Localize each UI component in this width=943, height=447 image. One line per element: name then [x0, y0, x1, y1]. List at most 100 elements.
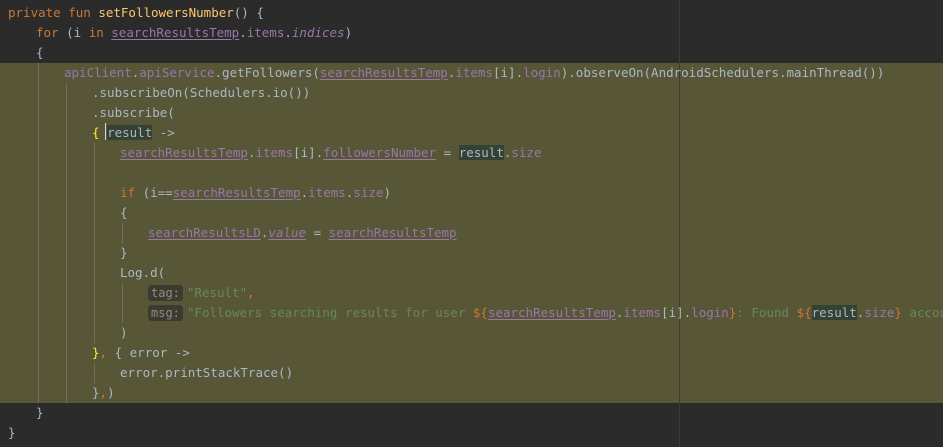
code-token: { [120, 205, 128, 220]
indent-guide [66, 363, 67, 383]
indent-guide [94, 223, 95, 243]
indent-guide [38, 263, 39, 283]
code-token: ${ [472, 305, 488, 320]
code-token: value [268, 225, 307, 240]
code-token: , [99, 385, 108, 400]
indent-guide [94, 203, 95, 223]
code-token: items [246, 25, 285, 40]
indent-guide [38, 203, 39, 223]
code-token: indices [291, 25, 345, 40]
indent-guide [94, 263, 95, 283]
indent-guide [94, 303, 95, 323]
indent-guide [94, 183, 95, 203]
code-token: size [511, 145, 542, 160]
code-token: login [691, 305, 729, 320]
code-token: .subscribeOn(Schedulers.io()) [92, 85, 311, 100]
code-token: } [8, 425, 16, 440]
code-token: setFollowersNumber [98, 5, 234, 20]
code-token: { [92, 125, 100, 140]
indent-guide [38, 223, 39, 243]
code-line: msg: "Followers searching results for use… [148, 303, 943, 323]
indent-guide [66, 383, 67, 403]
code-token: items [308, 185, 346, 200]
indent-guide [66, 123, 67, 143]
code-line: .subscribeOn(Schedulers.io()) [92, 83, 310, 103]
indent-guide [122, 283, 123, 303]
code-editor[interactable]: private fun setFollowersNumber() {for (i… [0, 0, 943, 447]
code-token: accounts" [909, 305, 943, 320]
code-line: .subscribe( [92, 103, 175, 123]
code-token: result [107, 125, 153, 140]
code-token: in [88, 25, 112, 40]
code-token: ${ [796, 305, 812, 320]
code-line: { [36, 43, 44, 63]
code-token: Log.d( [120, 265, 166, 280]
code-token: } [894, 305, 902, 320]
code-token: error.printStackTrace() [120, 365, 294, 380]
code-line: { [120, 203, 128, 223]
indent-guide [122, 223, 123, 243]
code-token: searchResultsTemp [319, 65, 448, 80]
code-line: }, { error -> [92, 343, 190, 363]
code-token: searchResultsTemp [487, 305, 616, 320]
indent-guide [38, 343, 39, 363]
indent-guide [66, 263, 67, 283]
code-token: apiClient [64, 65, 132, 80]
code-token: ) [120, 325, 128, 340]
indent-guide [66, 323, 67, 343]
code-token: result [811, 305, 857, 320]
indent-guide [66, 83, 67, 103]
indent-guide [66, 203, 67, 223]
code-token: searchResultsTemp [111, 25, 240, 40]
code-token: size [353, 185, 384, 200]
code-token: = [306, 225, 329, 240]
code-token: : Found [736, 305, 797, 320]
code-token: . [239, 25, 247, 40]
indent-guide [66, 103, 67, 123]
code-line: },) [92, 383, 115, 403]
code-token: "Followers searching results for user [186, 305, 473, 320]
indent-guide [38, 323, 39, 343]
code-line: searchResultsLD.value = searchResultsTem… [148, 223, 457, 243]
code-line: tag: "Result", [148, 283, 255, 303]
code-line: } [120, 243, 128, 263]
indent-guide [94, 323, 95, 343]
indent-guide [66, 143, 67, 163]
code-token: { [36, 45, 44, 60]
code-token: } [36, 405, 44, 420]
code-line: searchResultsTemp.items[i].followersNumb… [120, 143, 541, 163]
indent-guide [38, 83, 39, 103]
code-line: error.printStackTrace() [120, 363, 293, 383]
code-token: [i]. [493, 65, 524, 80]
code-token: items [623, 305, 662, 320]
code-token: size [864, 305, 895, 320]
code-token: = [436, 145, 459, 160]
indent-guide [38, 303, 39, 323]
indent-guide [66, 303, 67, 323]
indent-guide [38, 363, 39, 383]
code-token: ) [344, 25, 353, 40]
indent-guide [38, 163, 39, 183]
code-token: -> [152, 125, 175, 140]
code-token: if [120, 185, 143, 200]
code-token: searchResultsTemp [120, 145, 248, 160]
indent-guide [66, 183, 67, 203]
indent-guide [66, 223, 67, 243]
code-token: for [36, 25, 67, 40]
text-caret [105, 123, 106, 140]
indent-guide [94, 283, 95, 303]
indent-guide [38, 123, 39, 143]
indent-guide [122, 303, 123, 323]
code-token: [i]. [661, 305, 692, 320]
code-token: .getFollowers( [214, 65, 320, 80]
code-token: searchResultsLD [148, 225, 261, 240]
parameter-hint: tag: [148, 285, 183, 301]
code-line: } [36, 403, 44, 423]
code-token: login [523, 65, 561, 80]
code-token: . [284, 25, 292, 40]
indent-guide [94, 163, 95, 183]
indent-guide [38, 63, 39, 83]
indent-guide [38, 243, 39, 263]
code-token: ) [107, 385, 115, 400]
code-token: searchResultsTemp [172, 185, 301, 200]
